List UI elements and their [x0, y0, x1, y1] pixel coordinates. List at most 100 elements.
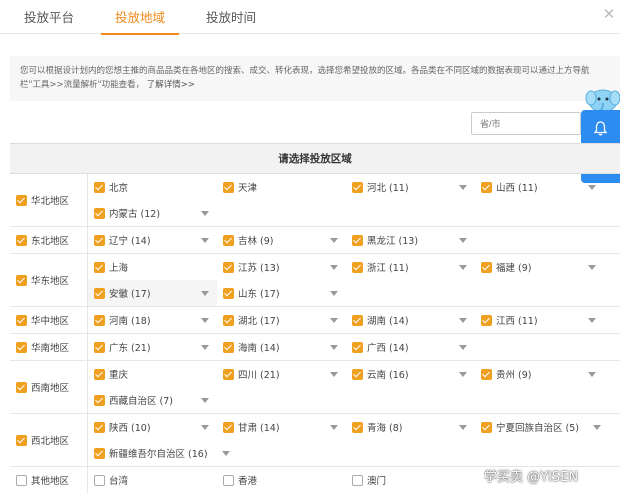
chevron-down-icon[interactable]: [201, 318, 209, 323]
tab-time[interactable]: 投放时间: [206, 7, 256, 34]
checkbox-checked-icon[interactable]: [481, 421, 492, 433]
chevron-down-icon[interactable]: [201, 398, 209, 403]
chevron-down-icon[interactable]: [592, 424, 601, 430]
checkbox-checked-icon[interactable]: [94, 181, 105, 193]
checkbox-empty-icon[interactable]: [223, 474, 234, 486]
checkbox-checked-icon[interactable]: [16, 434, 27, 446]
checkbox-checked-icon[interactable]: [352, 314, 363, 326]
province-checkbox[interactable]: 江苏 (13): [217, 254, 346, 280]
province-checkbox[interactable]: 青海 (8): [346, 414, 475, 440]
chevron-down-icon[interactable]: [459, 185, 467, 190]
region-checkbox[interactable]: 东北地区: [10, 227, 88, 253]
province-checkbox[interactable]: 天津: [217, 174, 346, 200]
chevron-down-icon[interactable]: [201, 291, 209, 296]
province-checkbox[interactable]: 黑龙江 (13): [346, 227, 475, 253]
province-checkbox[interactable]: 吉林 (9): [217, 227, 346, 253]
checkbox-empty-icon[interactable]: [352, 474, 363, 486]
bell-icon[interactable]: [592, 120, 609, 137]
province-checkbox[interactable]: 江西 (11): [475, 307, 604, 333]
province-checkbox[interactable]: 北京: [88, 174, 217, 200]
checkbox-checked-icon[interactable]: [223, 341, 234, 353]
checkbox-checked-icon[interactable]: [94, 447, 105, 459]
province-checkbox[interactable]: 浙江 (11): [346, 254, 475, 280]
province-checkbox[interactable]: 福建 (9): [475, 254, 604, 280]
chevron-down-icon[interactable]: [201, 238, 209, 243]
province-checkbox[interactable]: 河南 (18): [88, 307, 217, 333]
chevron-down-icon[interactable]: [459, 372, 467, 377]
chevron-down-icon[interactable]: [330, 291, 338, 296]
province-checkbox[interactable]: 山西 (11): [475, 174, 604, 200]
chevron-down-icon[interactable]: [588, 318, 596, 323]
chevron-down-icon[interactable]: [201, 425, 209, 430]
province-checkbox[interactable]: 辽宁 (14): [88, 227, 217, 253]
province-checkbox[interactable]: 香港: [217, 467, 346, 493]
chevron-down-icon[interactable]: [330, 265, 338, 270]
province-checkbox[interactable]: 湖北 (17): [217, 307, 346, 333]
province-checkbox[interactable]: 安徽 (17): [88, 280, 217, 306]
checkbox-checked-icon[interactable]: [16, 314, 27, 326]
chevron-down-icon[interactable]: [201, 345, 209, 350]
checkbox-checked-icon[interactable]: [94, 314, 105, 326]
chevron-down-icon[interactable]: [588, 372, 596, 377]
province-checkbox[interactable]: 贵州 (9): [475, 361, 604, 387]
province-checkbox[interactable]: 台湾: [88, 467, 217, 493]
region-checkbox[interactable]: 西北地区: [10, 414, 88, 466]
chevron-down-icon[interactable]: [588, 265, 596, 270]
checkbox-checked-icon[interactable]: [223, 368, 234, 380]
checkbox-checked-icon[interactable]: [94, 287, 105, 299]
chevron-down-icon[interactable]: [330, 425, 338, 430]
chevron-down-icon[interactable]: [330, 372, 338, 377]
checkbox-checked-icon[interactable]: [223, 314, 234, 326]
checkbox-checked-icon[interactable]: [481, 181, 492, 193]
province-checkbox[interactable]: 广西 (14): [346, 334, 475, 360]
chevron-down-icon[interactable]: [330, 238, 338, 243]
chevron-down-icon[interactable]: [459, 238, 467, 243]
checkbox-empty-icon[interactable]: [94, 474, 105, 486]
province-checkbox[interactable]: 四川 (21): [217, 361, 346, 387]
province-checkbox[interactable]: 陕西 (10): [88, 414, 217, 440]
checkbox-checked-icon[interactable]: [16, 234, 27, 246]
checkbox-checked-icon[interactable]: [481, 314, 492, 326]
chevron-down-icon[interactable]: [201, 211, 209, 216]
checkbox-checked-icon[interactable]: [94, 341, 105, 353]
tab-platform[interactable]: 投放平台: [24, 7, 74, 34]
checkbox-checked-icon[interactable]: [94, 207, 105, 219]
close-icon[interactable]: ✕: [600, 5, 618, 23]
chevron-down-icon[interactable]: [459, 345, 467, 350]
region-checkbox[interactable]: 华中地区: [10, 307, 88, 333]
province-checkbox[interactable]: 重庆: [88, 361, 217, 387]
checkbox-checked-icon[interactable]: [16, 381, 27, 393]
checkbox-checked-icon[interactable]: [223, 287, 234, 299]
province-checkbox[interactable]: 湖南 (14): [346, 307, 475, 333]
region-checkbox[interactable]: 华北地区: [10, 174, 88, 226]
chevron-down-icon[interactable]: [459, 318, 467, 323]
chevron-down-icon[interactable]: [459, 265, 467, 270]
chevron-down-icon[interactable]: [459, 425, 467, 430]
region-checkbox[interactable]: 西南地区: [10, 361, 88, 413]
checkbox-checked-icon[interactable]: [223, 261, 234, 273]
province-checkbox[interactable]: 云南 (16): [346, 361, 475, 387]
region-checkbox[interactable]: 华东地区: [10, 254, 88, 306]
checkbox-checked-icon[interactable]: [94, 421, 105, 433]
chevron-down-icon[interactable]: [588, 185, 596, 190]
checkbox-checked-icon[interactable]: [481, 368, 492, 380]
tab-region[interactable]: 投放地域: [100, 7, 180, 35]
chevron-down-icon[interactable]: [330, 318, 338, 323]
region-checkbox[interactable]: 华南地区: [10, 334, 88, 360]
province-checkbox[interactable]: 上海: [88, 254, 217, 280]
checkbox-checked-icon[interactable]: [94, 394, 105, 406]
province-checkbox[interactable]: 内蒙古 (12): [88, 200, 217, 226]
region-checkbox[interactable]: 其他地区: [10, 467, 88, 493]
province-checkbox[interactable]: 甘肃 (14): [217, 414, 346, 440]
checkbox-checked-icon[interactable]: [94, 368, 105, 380]
checkbox-checked-icon[interactable]: [16, 274, 27, 286]
province-checkbox[interactable]: 澳门: [346, 467, 475, 493]
checkbox-checked-icon[interactable]: [352, 234, 363, 246]
checkbox-checked-icon[interactable]: [16, 194, 27, 206]
checkbox-empty-icon[interactable]: [16, 474, 27, 486]
checkbox-checked-icon[interactable]: [352, 261, 363, 273]
checkbox-checked-icon[interactable]: [223, 234, 234, 246]
checkbox-checked-icon[interactable]: [94, 234, 105, 246]
province-checkbox[interactable]: 宁夏回族自治区 (5): [475, 414, 604, 440]
checkbox-checked-icon[interactable]: [352, 341, 363, 353]
